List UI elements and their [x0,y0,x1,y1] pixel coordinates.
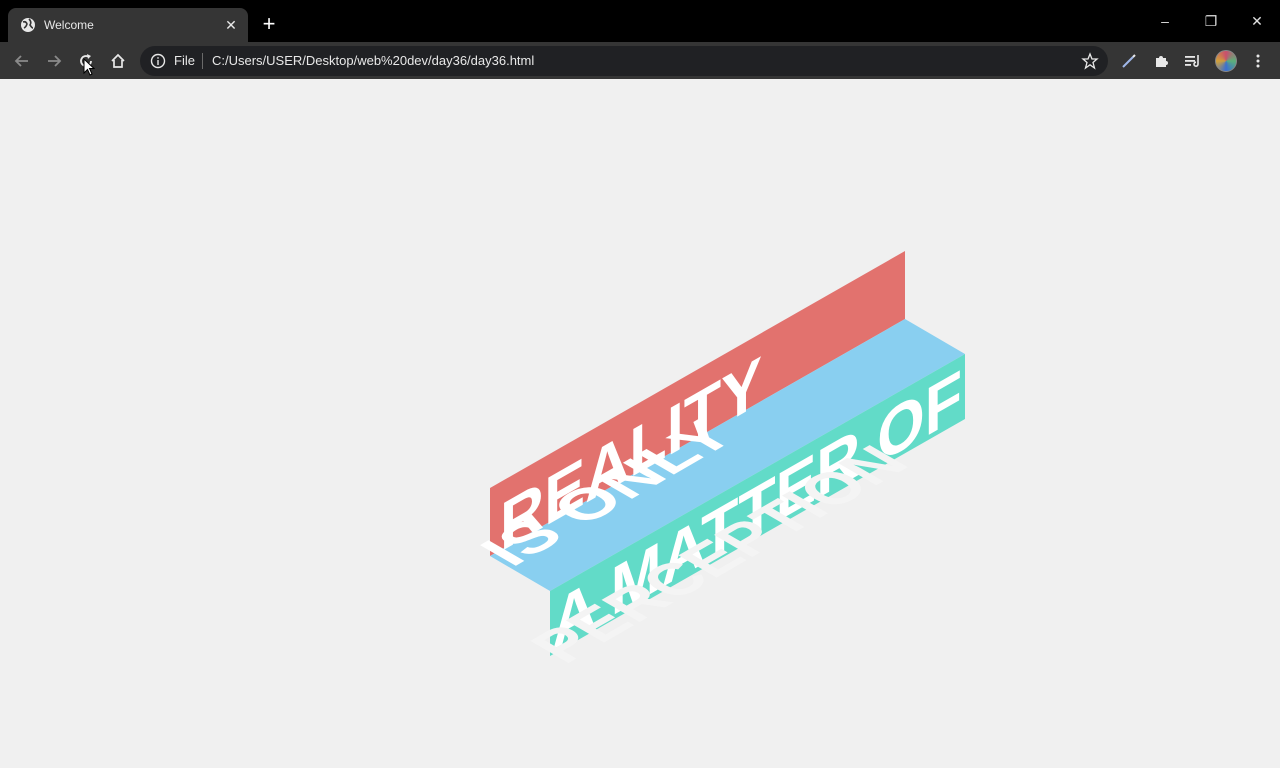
arrow-right-icon [48,55,62,67]
media-queue-icon[interactable] [1183,51,1203,71]
omnibox-divider [202,53,203,69]
globe-icon [21,18,35,32]
tab-title: Welcome [44,18,94,32]
address-bar[interactable]: File C:/Users/USER/Desktop/web%20dev/day… [140,46,1108,76]
page-viewport: REALITY IS ONLY A MATTER OF PERCEPTION [0,79,1280,768]
restore-button[interactable]: ❐ [1197,10,1225,32]
isometric-text-art: REALITY IS ONLY A MATTER OF PERCEPTION [465,251,965,672]
info-icon[interactable] [150,53,166,69]
new-tab-button[interactable]: + [258,13,280,35]
tab-welcome[interactable]: Welcome ✕ [8,8,248,42]
close-window-button[interactable]: ✕ [1243,10,1271,32]
url-scheme-label: File [174,53,195,68]
url-text[interactable]: C:/Users/USER/Desktop/web%20dev/day36/da… [212,53,534,69]
pen-extension-icon[interactable] [1119,51,1139,71]
tab-close-icon[interactable]: ✕ [222,16,240,34]
arrow-left-icon [14,55,28,67]
minimize-button[interactable]: – [1151,10,1179,32]
profile-avatar[interactable] [1215,50,1237,72]
mouse-cursor-icon [83,58,95,76]
star-icon[interactable] [1081,52,1099,70]
forward-button[interactable] [42,49,66,73]
menu-icon[interactable] [1248,51,1268,71]
browser-toolbar: File C:/Users/USER/Desktop/web%20dev/day… [0,42,1280,79]
home-icon [111,53,125,68]
home-button[interactable] [106,49,130,73]
back-button[interactable] [10,49,34,73]
puzzle-icon[interactable] [1151,51,1171,71]
title-bar: Welcome ✕ + – ❐ ✕ [0,0,1280,42]
